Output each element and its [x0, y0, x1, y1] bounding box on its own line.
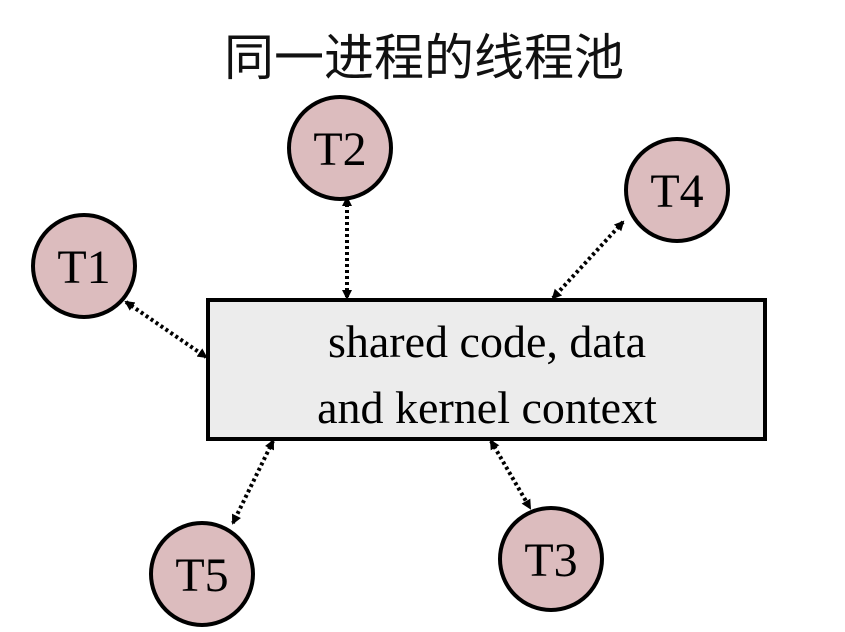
connector-t1 [124, 300, 208, 359]
thread-node-t1: T1 [31, 213, 137, 319]
thread-label-t2: T2 [313, 123, 366, 176]
connector-t4 [551, 220, 625, 300]
thread-label-t3: T3 [524, 534, 577, 587]
shared-context-line2: and kernel context [317, 382, 657, 433]
diagram-title: 同一进程的线程池 [224, 29, 624, 87]
thread-node-t2: T2 [287, 95, 393, 201]
thread-label-t1: T1 [57, 241, 110, 294]
shared-context-box: shared code, data and kernel context [206, 298, 767, 441]
thread-node-t4: T4 [624, 137, 730, 243]
thread-label-t5: T5 [175, 549, 228, 602]
connector-t3 [489, 439, 532, 510]
thread-node-t3: T3 [498, 506, 604, 612]
thread-label-t4: T4 [650, 165, 703, 218]
connector-t5 [231, 439, 275, 525]
shared-context-line1: shared code, data [328, 316, 646, 367]
thread-node-t5: T5 [149, 521, 255, 627]
thread-pool-diagram: 同一进程的线程池 shared code, data and kernel co… [31, 29, 767, 627]
